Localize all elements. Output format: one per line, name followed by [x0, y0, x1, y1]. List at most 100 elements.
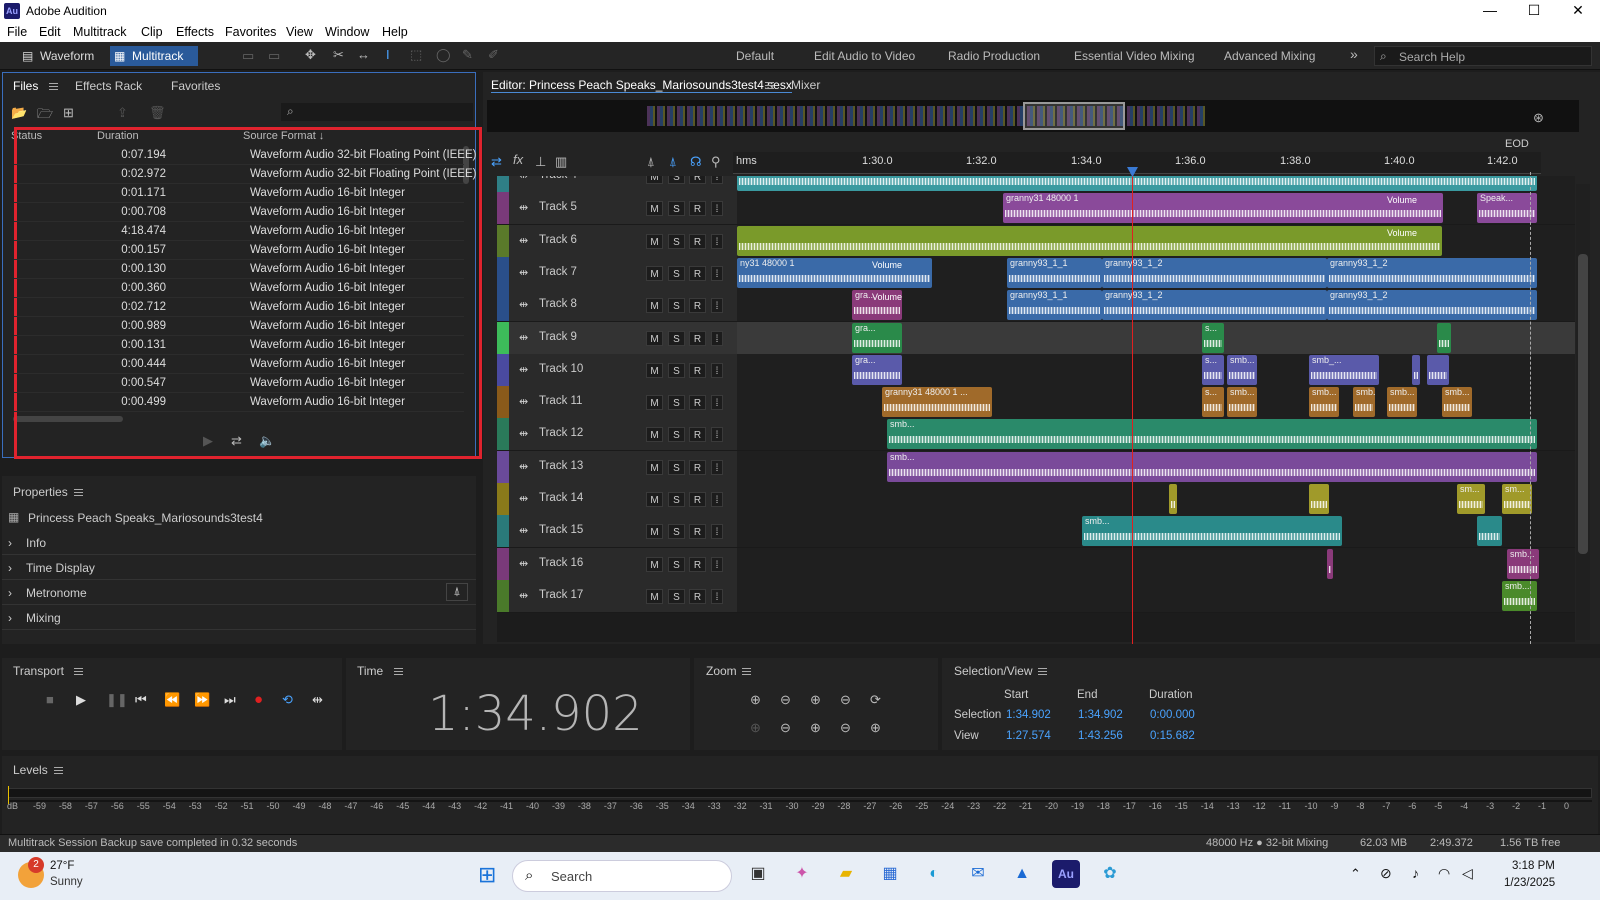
menu-effects[interactable]: Effects: [176, 25, 214, 39]
track-header[interactable]: ⇹ Track 17 M S R ⁞: [497, 579, 737, 612]
workspace-advanced-mixing[interactable]: Advanced Mixing: [1224, 49, 1315, 63]
mute-button[interactable]: M: [646, 427, 663, 443]
file-row[interactable]: 0:01.171 Waveform Audio 16-bit Integer: [14, 184, 464, 203]
mute-button[interactable]: M: [646, 201, 663, 217]
solo-button[interactable]: S: [668, 395, 685, 411]
fx-icon[interactable]: fx: [513, 152, 523, 167]
audio-clip[interactable]: [1437, 322, 1451, 353]
weather-desc[interactable]: Sunny: [50, 876, 83, 888]
track-row[interactable]: ⇹ Track 7 M S R ⁞ ny31 48000 1 granny93_1_1 gran…: [497, 256, 1575, 290]
track-lane[interactable]: ny31 48000 1 granny93_1_1 granny93_1_2 gran…: [737, 256, 1575, 289]
zoom-in-point-icon[interactable]: ⊕: [810, 720, 821, 736]
audio-clip[interactable]: smb...: [1082, 516, 1342, 547]
track-name[interactable]: Track 16: [539, 557, 583, 569]
track-input-icon[interactable]: ⁞: [711, 201, 723, 217]
track-name[interactable]: Track 11: [539, 395, 582, 407]
audio-clip[interactable]: [1477, 516, 1502, 547]
track-row[interactable]: ⇹ Track 10 M S R ⁞ gra... s... smb... smb_...: [497, 353, 1575, 387]
tab-effects-rack[interactable]: Effects Rack: [75, 79, 142, 93]
insert-icon[interactable]: ⇪: [117, 105, 128, 121]
tab-files[interactable]: Files: [13, 79, 38, 93]
menu-clip[interactable]: Clip: [141, 25, 163, 39]
track-row[interactable]: ⇹ Track 14 M S R ⁞ sm... sm...: [497, 483, 1575, 516]
track-name[interactable]: Track 15: [539, 524, 583, 536]
editor-menu-icon[interactable]: [759, 78, 774, 92]
record-arm-button[interactable]: R: [689, 233, 706, 249]
track-row[interactable]: ⇹ Track 4 MSR ⁞: [497, 176, 1575, 193]
audio-clip[interactable]: smb...: [1442, 387, 1472, 418]
workspace-default[interactable]: Default: [736, 49, 774, 63]
audio-clip[interactable]: granny31 48000 1 ...: [882, 387, 992, 418]
section-time-display[interactable]: › Time Display: [2, 555, 476, 580]
eq-icon[interactable]: ▥: [555, 154, 567, 170]
track-lane[interactable]: smb...: [737, 418, 1575, 451]
audio-clip[interactable]: ny31 48000 1: [737, 257, 932, 288]
audition-taskbar-icon[interactable]: Au: [1052, 860, 1080, 888]
menu-help[interactable]: Help: [382, 25, 408, 39]
audio-clip[interactable]: [1412, 354, 1420, 385]
zoom-out-time-icon[interactable]: ⊖: [840, 692, 851, 708]
track-name[interactable]: Track 17: [539, 589, 583, 601]
spot-healing-tool-icon[interactable]: ✐: [488, 47, 499, 63]
track-name[interactable]: Track 8: [539, 298, 577, 310]
audio-clip[interactable]: smb...: [1502, 580, 1537, 611]
track-name[interactable]: Track 12: [539, 427, 583, 439]
selection-duration[interactable]: 0:00.000: [1150, 709, 1195, 721]
pause-icon[interactable]: ❚❚: [106, 692, 128, 708]
volume-icon[interactable]: ◁: [1462, 865, 1473, 882]
file-row[interactable]: 0:00.131 Waveform Audio 16-bit Integer: [14, 336, 464, 355]
track-row[interactable]: ⇹ Track 13 M S R ⁞ smb...: [497, 450, 1575, 484]
audio-clip[interactable]: sm...: [1502, 484, 1532, 514]
audio-clip[interactable]: smb...: [1227, 387, 1257, 418]
file-row[interactable]: 0:00.360 Waveform Audio 16-bit Integer: [14, 279, 464, 298]
file-row[interactable]: 4:18.474 Waveform Audio 16-bit Integer: [14, 222, 464, 241]
audio-clip[interactable]: granny31 48000 1: [1003, 193, 1443, 224]
menu-view[interactable]: View: [286, 25, 313, 39]
menu-window[interactable]: Window: [325, 25, 369, 39]
track-input-icon[interactable]: ⁞: [711, 395, 723, 411]
audio-clip[interactable]: smb...: [1507, 548, 1539, 579]
track-header[interactable]: ⇹ Track 4 MSR ⁞: [497, 176, 737, 192]
solo-button[interactable]: S: [668, 362, 685, 378]
fast-forward-icon[interactable]: ⏩: [194, 692, 210, 708]
section-info[interactable]: › Info: [2, 530, 476, 555]
record-icon[interactable]: ●: [254, 691, 263, 708]
session-overview[interactable]: [487, 100, 1579, 132]
selection-view-menu-icon[interactable]: [1032, 664, 1047, 678]
skip-to-end-icon[interactable]: ⏭: [224, 692, 236, 708]
track-header[interactable]: ⇹ Track 11 M S R ⁞: [497, 386, 737, 419]
track-header[interactable]: ⇹ Track 10 M S R ⁞: [497, 353, 737, 386]
file-row[interactable]: 0:00.157 Waveform Audio 16-bit Integer: [14, 241, 464, 260]
properties-menu-icon[interactable]: [68, 485, 83, 499]
audio-clip[interactable]: [1327, 548, 1333, 579]
marquee-tool-icon[interactable]: ⬚: [410, 47, 422, 63]
track-row[interactable]: ⇹ Track 11 M S R ⁞ granny31 48000 1 ... s... smb…: [497, 386, 1575, 420]
play-icon[interactable]: ▶: [76, 692, 86, 708]
solo-button[interactable]: S: [668, 427, 685, 443]
file-row[interactable]: 0:00.130 Waveform Audio 16-bit Integer: [14, 260, 464, 279]
record-arm-button[interactable]: R: [689, 298, 706, 314]
clock-date[interactable]: 1/23/2025: [1504, 877, 1555, 889]
view-duration[interactable]: 0:15.682: [1150, 730, 1195, 742]
record-arm-button[interactable]: R: [689, 201, 706, 217]
microphone-icon[interactable]: ♪: [1412, 865, 1419, 881]
mute-button[interactable]: M: [646, 395, 663, 411]
tray-chevron-icon[interactable]: ⌃: [1350, 866, 1361, 882]
menu-file[interactable]: File: [7, 25, 27, 39]
track-header[interactable]: ⇹ Track 5 M S R ⁞: [497, 192, 737, 225]
track-lane[interactable]: gra... s... smb... smb_...: [737, 353, 1575, 386]
mute-button[interactable]: M: [646, 330, 663, 346]
solo-button[interactable]: S: [668, 588, 685, 604]
marker-icon[interactable]: ⚲: [711, 154, 721, 170]
mute-button[interactable]: M: [646, 265, 663, 281]
solo-button[interactable]: S: [668, 265, 685, 281]
track-input-icon[interactable]: ⁞: [711, 330, 723, 346]
workspace-essential-video-mixing[interactable]: Essential Video Mixing: [1074, 49, 1195, 63]
wifi-icon[interactable]: ◠: [1438, 865, 1450, 882]
record-arm-button[interactable]: R: [689, 395, 706, 411]
volume-envelope-label[interactable]: Volume: [1387, 228, 1417, 238]
mute-button[interactable]: M: [646, 459, 663, 475]
track-lane[interactable]: granny31 48000 1 ...s...smb...smb...smb.…: [737, 386, 1575, 419]
zoom-in-time-icon[interactable]: ⊕: [810, 692, 821, 708]
spectral-view-icon[interactable]: ▭: [242, 48, 254, 64]
